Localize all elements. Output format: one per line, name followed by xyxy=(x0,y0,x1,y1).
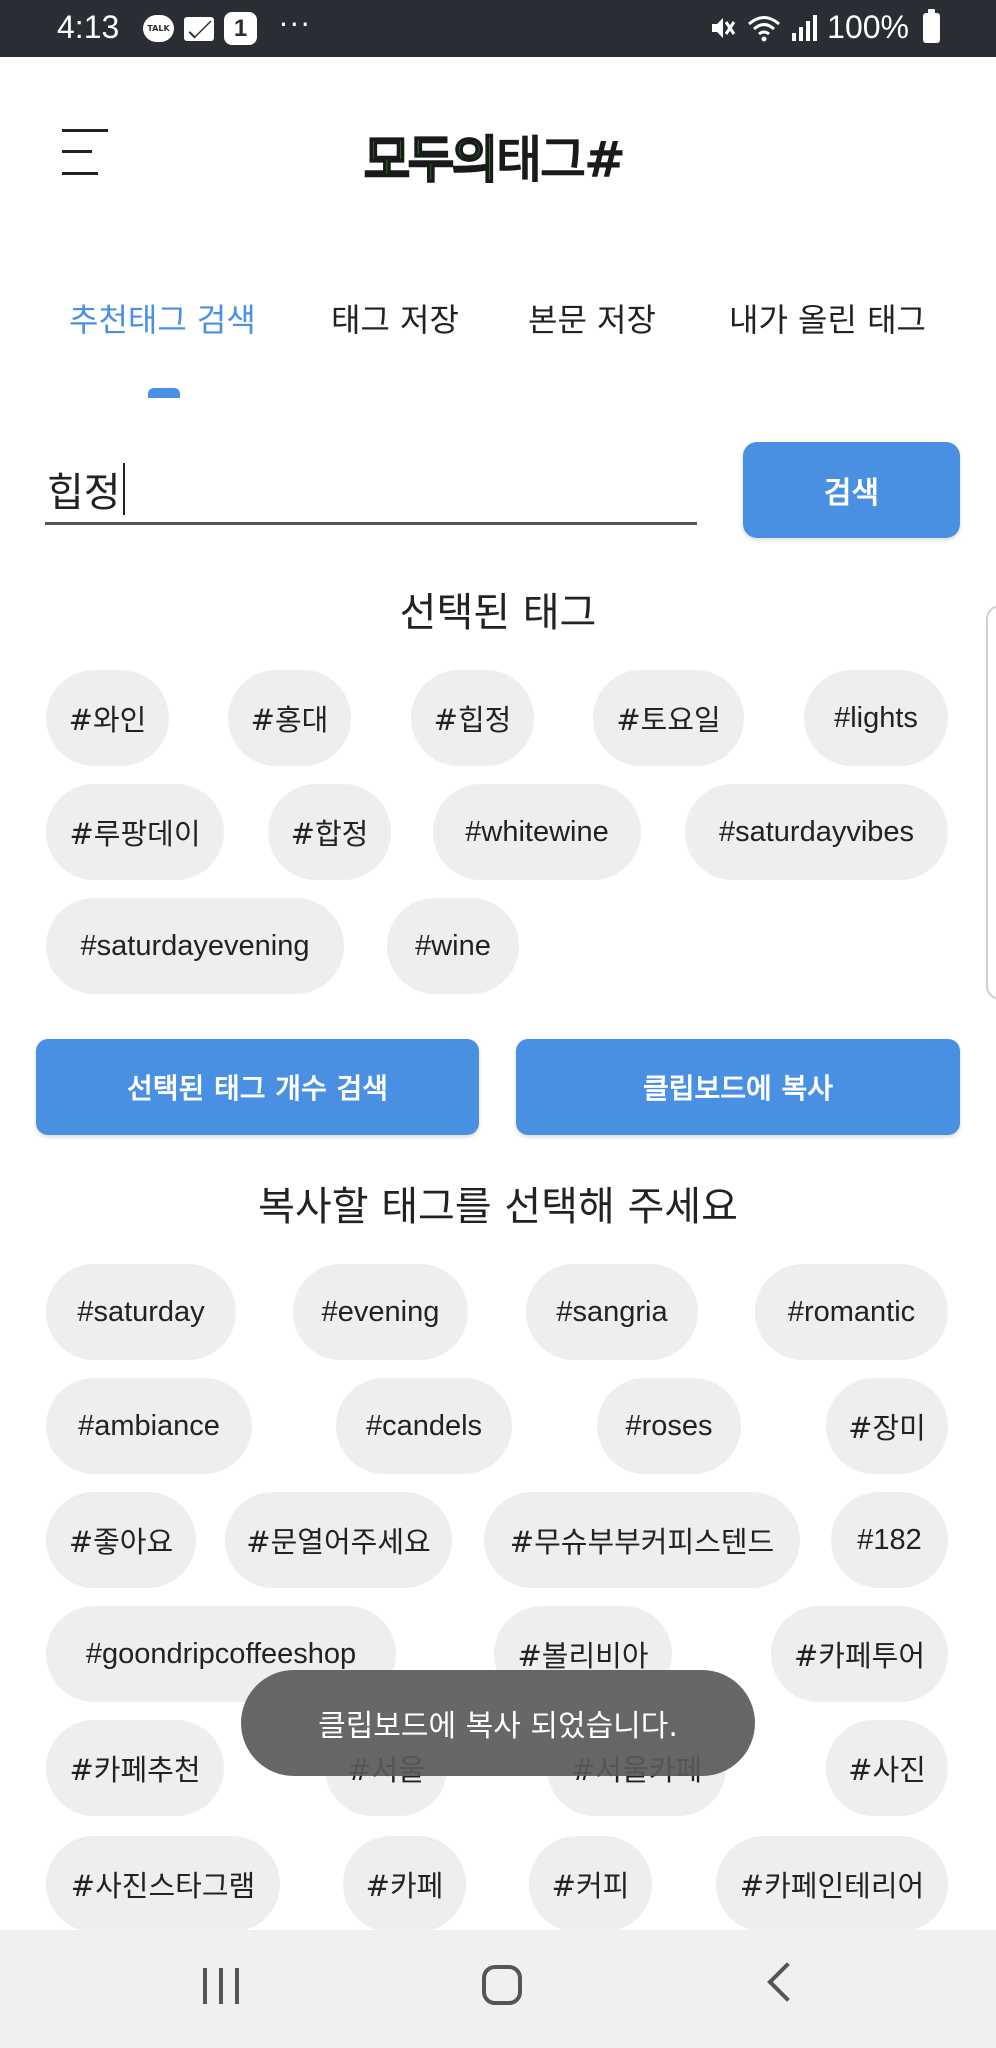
copy-tag-chip[interactable]: #182 xyxy=(831,1492,948,1588)
edge-panel-handle[interactable] xyxy=(986,605,996,1000)
copy-tag-chip[interactable]: #문열어주세요 xyxy=(225,1492,452,1588)
system-icons: 100% xyxy=(706,8,940,46)
selected-tag-chip[interactable]: #wine xyxy=(387,898,519,994)
clipboard-toast: 클립보드에 복사 되었습니다. xyxy=(241,1670,755,1776)
copy-tag-chip[interactable]: #카페 xyxy=(343,1836,466,1932)
copy-tag-chip[interactable]: #커피 xyxy=(529,1836,652,1932)
tab-save-body[interactable]: 본문 저장 xyxy=(528,295,656,341)
signal-icon xyxy=(792,14,818,41)
tab-recommended-search[interactable]: 추천태그 검색 xyxy=(69,295,256,341)
tab-my-tags[interactable]: 내가 올린 태그 xyxy=(729,295,926,341)
copy-tag-chip[interactable]: #ambiance xyxy=(46,1378,252,1474)
battery-percent: 100% xyxy=(827,9,909,45)
search-input[interactable] xyxy=(45,455,697,525)
selected-tag-chip[interactable]: #와인 xyxy=(46,670,169,766)
tab-bar: 추천태그 검색 태그 저장 본문 저장 내가 올린 태그 xyxy=(0,295,996,355)
status-bar: 4:13 TALK 1 ··· 100% xyxy=(0,0,996,57)
copy-clipboard-button[interactable]: 클립보드에 복사 xyxy=(516,1039,960,1135)
notification-icons: TALK 1 ··· xyxy=(143,8,312,45)
copy-tag-chip[interactable]: #romantic xyxy=(755,1264,948,1360)
active-tab-indicator xyxy=(148,388,180,398)
copy-tags-title: 복사할 태그를 선택해 주세요 xyxy=(258,1184,738,1230)
copy-tag-chip[interactable]: #saturday xyxy=(46,1264,236,1360)
status-time: 4:13 xyxy=(57,9,120,45)
selected-tag-chip[interactable]: #whitewine xyxy=(433,784,641,880)
copy-tag-chip[interactable]: #무슈부부커피스텐드 xyxy=(484,1492,800,1588)
copy-tag-chip[interactable]: #roses xyxy=(597,1378,741,1474)
selected-tag-chip[interactable]: #saturdayvibes xyxy=(685,784,948,880)
selected-tag-chip[interactable]: #루팡데이 xyxy=(46,784,224,880)
count-search-button[interactable]: 선택된 태그 개수 검색 xyxy=(36,1039,479,1135)
selected-tag-chip[interactable]: #토요일 xyxy=(593,670,744,766)
selected-tags-title: 선택된 태그 xyxy=(399,590,597,636)
search-button[interactable]: 검색 xyxy=(743,442,960,538)
copy-tag-chip[interactable]: #카페투어 xyxy=(771,1606,948,1702)
copy-tag-chip[interactable]: #카페추천 xyxy=(46,1720,224,1816)
battery-icon xyxy=(923,8,940,43)
kakaotalk-icon: TALK xyxy=(143,15,174,42)
copy-tag-chip[interactable]: #sangria xyxy=(526,1264,698,1360)
back-icon[interactable] xyxy=(767,1962,807,2002)
selected-tag-chip[interactable]: #saturdayevening xyxy=(46,898,344,994)
hamburger-menu-icon[interactable] xyxy=(62,127,110,177)
copy-tag-chip[interactable]: #사진스타그램 xyxy=(46,1836,280,1932)
more-notifications-icon: ··· xyxy=(279,8,312,41)
text-caret xyxy=(123,463,125,515)
copy-tag-chip[interactable]: #카페인테리어 xyxy=(716,1836,948,1932)
logo-text-green: 모두의 xyxy=(363,130,499,190)
system-nav-bar xyxy=(0,1930,996,2048)
selected-tag-chip[interactable]: #lights xyxy=(804,670,948,766)
app-logo: 모두의 태그# xyxy=(363,126,626,190)
selected-tag-chip[interactable]: #홍대 xyxy=(228,670,351,766)
home-icon[interactable] xyxy=(482,1965,522,2005)
copy-tag-chip[interactable]: #장미 xyxy=(826,1378,948,1474)
copy-tag-chip[interactable]: #evening xyxy=(293,1264,468,1360)
mute-icon xyxy=(712,17,736,38)
mail-icon xyxy=(184,16,214,41)
tab-save-tags[interactable]: 태그 저장 xyxy=(331,295,459,341)
copy-tag-chip[interactable]: #사진 xyxy=(826,1720,948,1816)
logo-text-black: 태그# xyxy=(496,131,626,189)
wifi-icon xyxy=(748,15,781,41)
copy-tag-chip[interactable]: #candels xyxy=(336,1378,512,1474)
recent-apps-icon[interactable] xyxy=(203,1968,239,2004)
selected-tag-chip[interactable]: #합정 xyxy=(268,784,391,880)
copy-tag-chip[interactable]: #좋아요 xyxy=(46,1492,196,1588)
notification-count-badge: 1 xyxy=(224,12,257,45)
selected-tag-chip[interactable]: #힙정 xyxy=(411,670,534,766)
